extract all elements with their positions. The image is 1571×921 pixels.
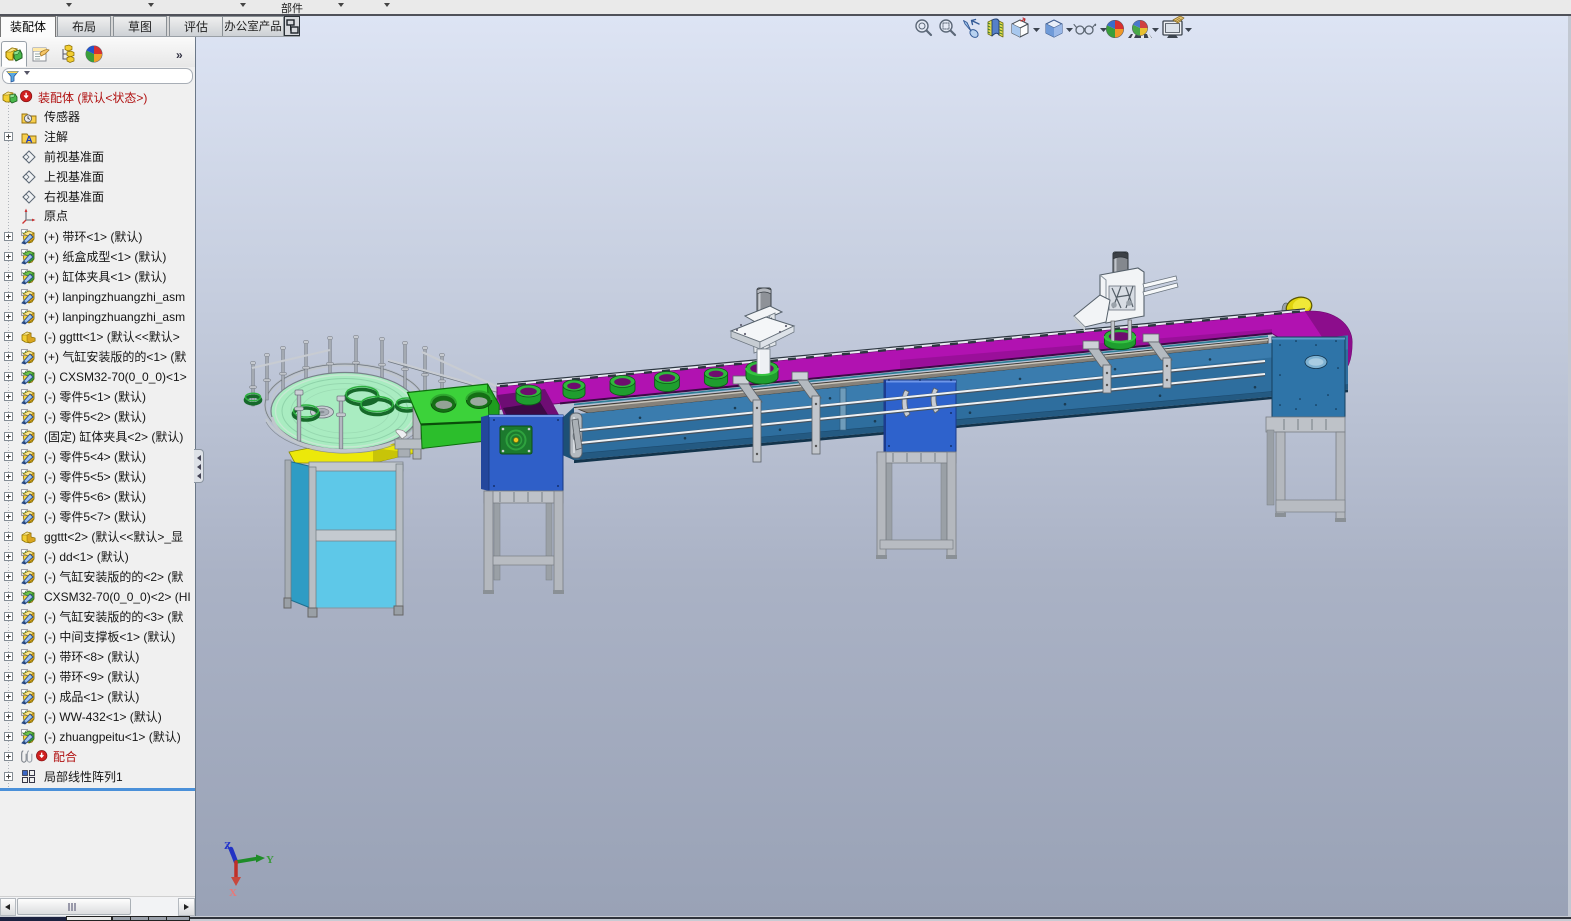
svg-text:Y: Y xyxy=(266,854,274,866)
svg-text:X: X xyxy=(229,887,237,899)
svg-text:Z: Z xyxy=(224,840,231,852)
